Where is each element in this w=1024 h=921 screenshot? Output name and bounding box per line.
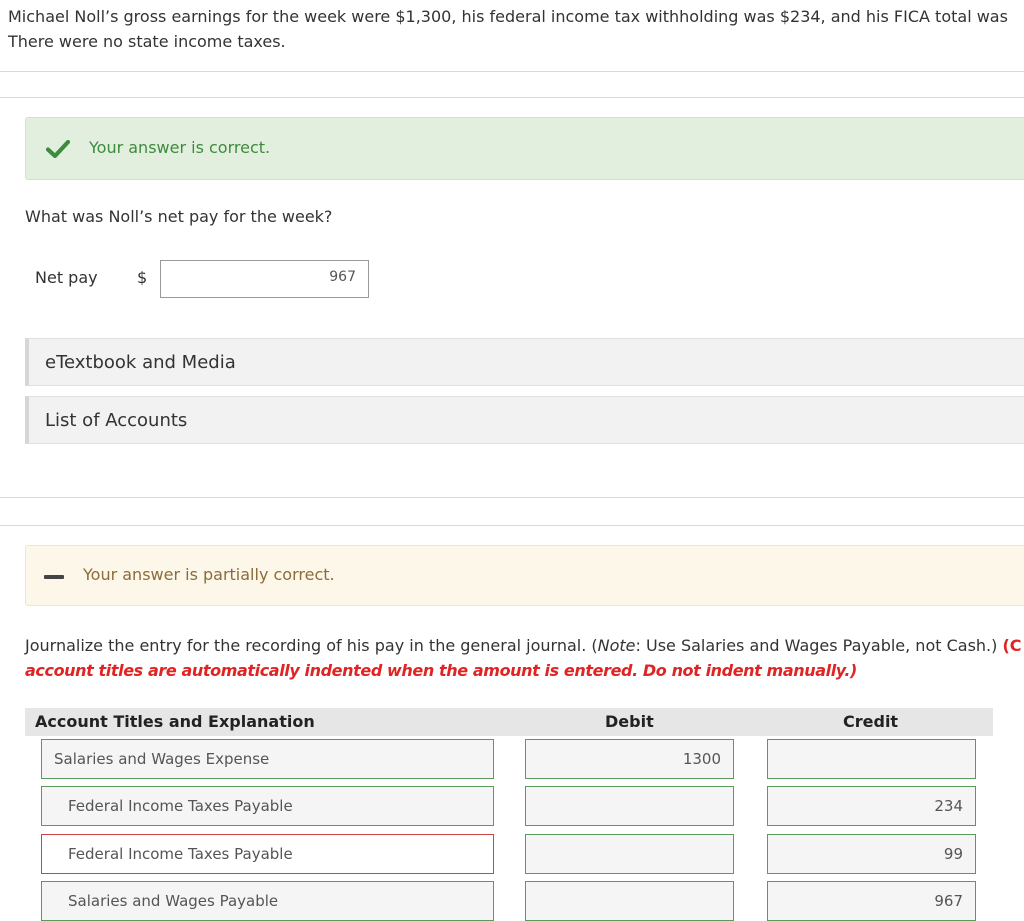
account-title-input[interactable]: Federal Income Taxes Payable <box>41 834 494 874</box>
divider <box>0 97 1024 98</box>
account-title-input[interactable]: Salaries and Wages Expense <box>41 739 494 779</box>
account-title-input[interactable]: Salaries and Wages Payable <box>41 881 494 921</box>
list-of-accounts-toggle[interactable]: List of Accounts <box>25 396 1024 444</box>
debit-column-header: Debit <box>605 712 654 731</box>
feedback-text: Your answer is correct. <box>89 138 271 157</box>
etextbook-media-toggle[interactable]: eTextbook and Media <box>25 338 1024 386</box>
debit-input[interactable] <box>525 786 734 826</box>
divider <box>0 525 1024 526</box>
credit-input[interactable] <box>767 739 976 779</box>
etextbook-label: eTextbook and Media <box>45 352 236 373</box>
debit-input[interactable]: 1300 <box>525 739 734 779</box>
partial-feedback-banner: Your answer is partially correct. <box>25 545 1024 606</box>
problem-line-1: Michael Noll’s gross earnings for the we… <box>8 7 1008 26</box>
currency-symbol: $ <box>137 268 148 287</box>
account-column-header: Account Titles and Explanation <box>35 712 315 731</box>
divider <box>0 497 1024 498</box>
instruction-note-rest: : Use Salaries and Wages Payable, not Ca… <box>635 636 1003 655</box>
feedback-text: Your answer is partially correct. <box>83 565 335 584</box>
correct-feedback-banner: Your answer is correct. <box>25 117 1024 180</box>
net-pay-input[interactable]: 967 <box>160 260 369 298</box>
question-text: What was Noll’s net pay for the week? <box>25 207 333 226</box>
check-icon <box>45 139 71 162</box>
instruction-red-line: account titles are automatically indente… <box>25 661 857 680</box>
instruction-red-open: (C <box>1002 636 1022 655</box>
problem-statement: Michael Noll’s gross earnings for the we… <box>8 4 1024 54</box>
instruction-main: Journalize the entry for the recording o… <box>25 636 598 655</box>
journal-table-header: Account Titles and Explanation Debit Cre… <box>25 708 993 736</box>
credit-input[interactable]: 234 <box>767 786 976 826</box>
divider <box>0 71 1024 72</box>
account-title-input[interactable]: Federal Income Taxes Payable <box>41 786 494 826</box>
credit-column-header: Credit <box>843 712 899 731</box>
dash-icon <box>44 575 64 579</box>
instruction-note-label: Note <box>597 636 636 655</box>
journal-instruction: Journalize the entry for the recording o… <box>25 633 1024 683</box>
list-of-accounts-label: List of Accounts <box>45 410 188 431</box>
problem-line-2: There were no state income taxes. <box>8 32 286 51</box>
net-pay-label: Net pay <box>35 268 98 287</box>
debit-input[interactable] <box>525 881 734 921</box>
credit-input[interactable]: 99 <box>767 834 976 874</box>
debit-input[interactable] <box>525 834 734 874</box>
credit-input[interactable]: 967 <box>767 881 976 921</box>
